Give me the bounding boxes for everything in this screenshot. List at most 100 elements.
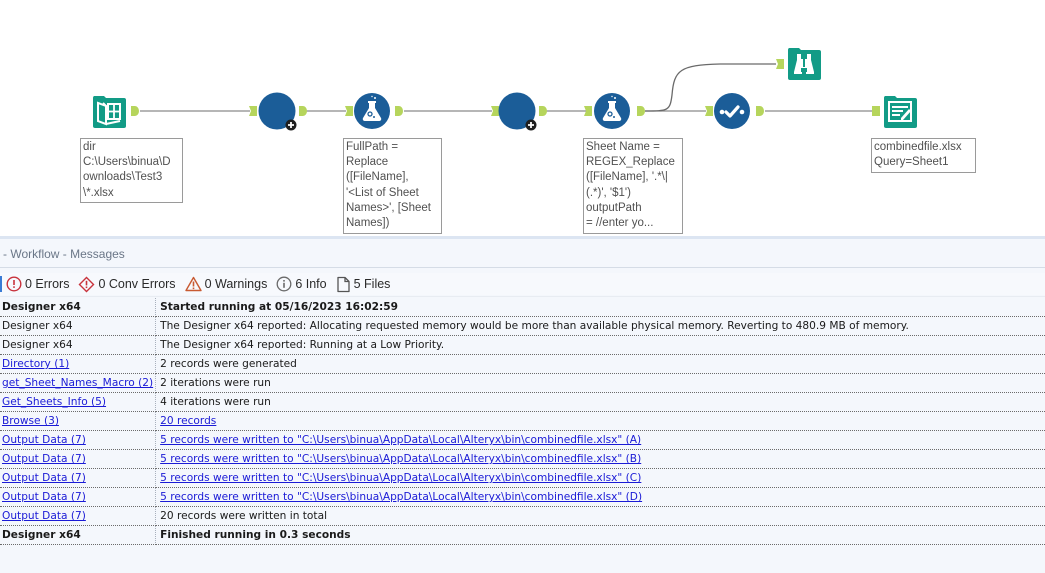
tool-browse[interactable] <box>786 45 822 81</box>
message-source-link[interactable]: Output Data (7) <box>2 453 86 465</box>
filter-info-label: 6 Info <box>295 277 327 291</box>
conv-error-icon <box>78 276 95 292</box>
message-source-link[interactable]: Get_Sheets_Info (5) <box>2 396 106 408</box>
message-text: Started running at 05/16/2023 16:02:59 <box>160 301 399 313</box>
workflow-canvas[interactable]: dir C:\Users\binua\D ownloads\Test3 \*.x… <box>0 0 1045 236</box>
filter-separator <box>0 296 1045 297</box>
message-text: 2 iterations were run <box>160 377 271 389</box>
message-text-cell: Started running at 05/16/2023 16:02:59 <box>155 298 1045 317</box>
message-source-link[interactable]: Output Data (7) <box>2 434 86 446</box>
input-anchor[interactable] <box>872 106 880 116</box>
message-text: The Designer x64 reported: Running at a … <box>160 339 445 351</box>
message-text: 20 records were written in total <box>160 510 328 522</box>
output-data-icon <box>883 96 917 128</box>
formula-flask-icon <box>594 93 630 129</box>
message-text-cell: 5 records were written to "C:\Users\binu… <box>155 430 1045 450</box>
message-source-link[interactable]: get_Sheet_Names_Macro (2) <box>2 377 153 389</box>
message-source-cell: Get_Sheets_Info (5) <box>0 392 157 412</box>
panel-divider[interactable] <box>0 236 1045 239</box>
message-source-cell: Output Data (7) <box>0 506 157 526</box>
annotation-formula-1: FullPath = Replace ([FileName], '<List o… <box>343 138 442 234</box>
message-row[interactable]: Browse (3) 20 records <box>0 411 1045 431</box>
message-source-link[interactable]: Output Data (7) <box>2 491 86 503</box>
output-anchor[interactable] <box>539 106 547 116</box>
message-row[interactable]: Designer x64 The Designer x64 reported: R… <box>0 335 1045 355</box>
message-text-cell: 5 records were written to "C:\Users\binu… <box>155 449 1045 469</box>
message-row[interactable]: Get_Sheets_Info (5) 4 iterations were run <box>0 392 1045 412</box>
message-source-link[interactable]: Directory (1) <box>2 358 69 370</box>
message-source: Designer x64 <box>2 301 81 313</box>
message-source-link[interactable]: Output Data (7) <box>2 510 86 522</box>
message-text-cell: 2 records were generated <box>155 354 1045 374</box>
message-source-link[interactable]: Output Data (7) <box>2 472 86 484</box>
message-source-link[interactable]: Browse (3) <box>2 415 59 427</box>
message-source-cell: Directory (1) <box>0 354 157 374</box>
filter-conv-errors[interactable]: 0 Conv Errors <box>78 276 176 293</box>
filter-files[interactable]: 5 Files <box>336 276 391 293</box>
macro-icon <box>498 92 537 131</box>
connection-formula2-to-browse[interactable] <box>644 63 776 112</box>
info-icon <box>276 276 292 292</box>
file-icon <box>336 276 350 292</box>
binoculars-icon <box>787 48 821 80</box>
filter-info[interactable]: 6 Info <box>276 276 327 292</box>
warning-icon <box>184 276 202 292</box>
message-row[interactable]: Designer x64 Finished running in 0.3 seco… <box>0 525 1045 545</box>
message-filter-bar: 0 Errors 0 Conv Errors 0 Warnings 6 Info… <box>0 273 1045 295</box>
input-anchor[interactable] <box>345 106 353 116</box>
message-text-cell: 4 iterations were run <box>155 392 1045 412</box>
tool-output-data[interactable] <box>882 93 918 129</box>
workflow-messages-panel: - Workflow - Messages 0 Errors 0 Conv Er… <box>0 236 1045 573</box>
message-row[interactable]: Designer x64 The Designer x64 reported: A… <box>0 316 1045 336</box>
input-anchor[interactable] <box>584 106 592 116</box>
message-source: Designer x64 <box>2 529 81 541</box>
message-source-cell: Designer x64 <box>0 316 157 336</box>
filter-errors[interactable]: 0 Errors <box>6 276 69 292</box>
tool-formula-2[interactable] <box>594 93 630 129</box>
message-row[interactable]: Output Data (7) 5 records were written to… <box>0 430 1045 450</box>
output-anchor[interactable] <box>131 106 139 116</box>
message-row[interactable]: Designer x64 Started running at 05/16/202… <box>0 298 1045 317</box>
output-anchor[interactable] <box>395 106 403 116</box>
message-row[interactable]: Output Data (7) 5 records were written to… <box>0 468 1045 488</box>
message-text-link[interactable]: 5 records were written to "C:\Users\binu… <box>160 472 641 484</box>
tool-select[interactable] <box>714 93 750 129</box>
tool-directory[interactable] <box>91 93 127 129</box>
output-anchor[interactable] <box>299 106 307 116</box>
tool-get-sheets-info[interactable] <box>498 92 538 132</box>
message-text-link[interactable]: 5 records were written to "C:\Users\binu… <box>160 434 641 446</box>
formula-flask-icon <box>354 93 390 129</box>
message-text-cell: 2 iterations were run <box>155 373 1045 393</box>
message-text-cell: Finished running in 0.3 seconds <box>155 525 1045 545</box>
message-row[interactable]: get_Sheet_Names_Macro (2) 2 iterations we… <box>0 373 1045 393</box>
filter-warnings[interactable]: 0 Warnings <box>184 276 267 292</box>
panel-title: - Workflow - Messages <box>3 247 125 261</box>
input-anchor[interactable] <box>776 59 784 69</box>
message-row[interactable]: Directory (1) 2 records were generated <box>0 354 1045 374</box>
message-row[interactable]: Output Data (7) 5 records were written to… <box>0 487 1045 507</box>
input-anchor[interactable] <box>249 106 257 116</box>
message-text-link[interactable]: 5 records were written to "C:\Users\binu… <box>160 453 641 465</box>
filter-files-label: 5 Files <box>353 277 391 291</box>
output-anchor[interactable] <box>637 106 645 116</box>
message-text-link[interactable]: 20 records <box>160 415 216 427</box>
annotation-directory: dir C:\Users\binua\D ownloads\Test3 \*.x… <box>80 138 183 203</box>
message-source-cell: Output Data (7) <box>0 468 157 488</box>
filter-errors-label: 0 Errors <box>25 277 70 291</box>
error-icon <box>6 276 22 292</box>
message-source-cell: Output Data (7) <box>0 487 157 507</box>
output-anchor[interactable] <box>756 106 764 116</box>
tool-get-sheet-names-macro[interactable] <box>258 92 298 132</box>
tool-formula-1[interactable] <box>354 93 390 129</box>
message-text: 2 records were generated <box>160 358 297 370</box>
message-text-link[interactable]: 5 records were written to "C:\Users\binu… <box>160 491 642 503</box>
directory-icon <box>92 96 126 128</box>
message-row[interactable]: Output Data (7) 20 records were written i… <box>0 506 1045 526</box>
message-text: Finished running in 0.3 seconds <box>160 529 351 541</box>
message-text-cell: 5 records were written to "C:\Users\binu… <box>155 468 1045 488</box>
message-text-cell: The Designer x64 reported: Allocating re… <box>155 316 1045 336</box>
input-anchor[interactable] <box>705 106 713 116</box>
message-source: Designer x64 <box>2 339 73 351</box>
message-source-cell: Designer x64 <box>0 335 157 355</box>
message-row[interactable]: Output Data (7) 5 records were written to… <box>0 449 1045 469</box>
